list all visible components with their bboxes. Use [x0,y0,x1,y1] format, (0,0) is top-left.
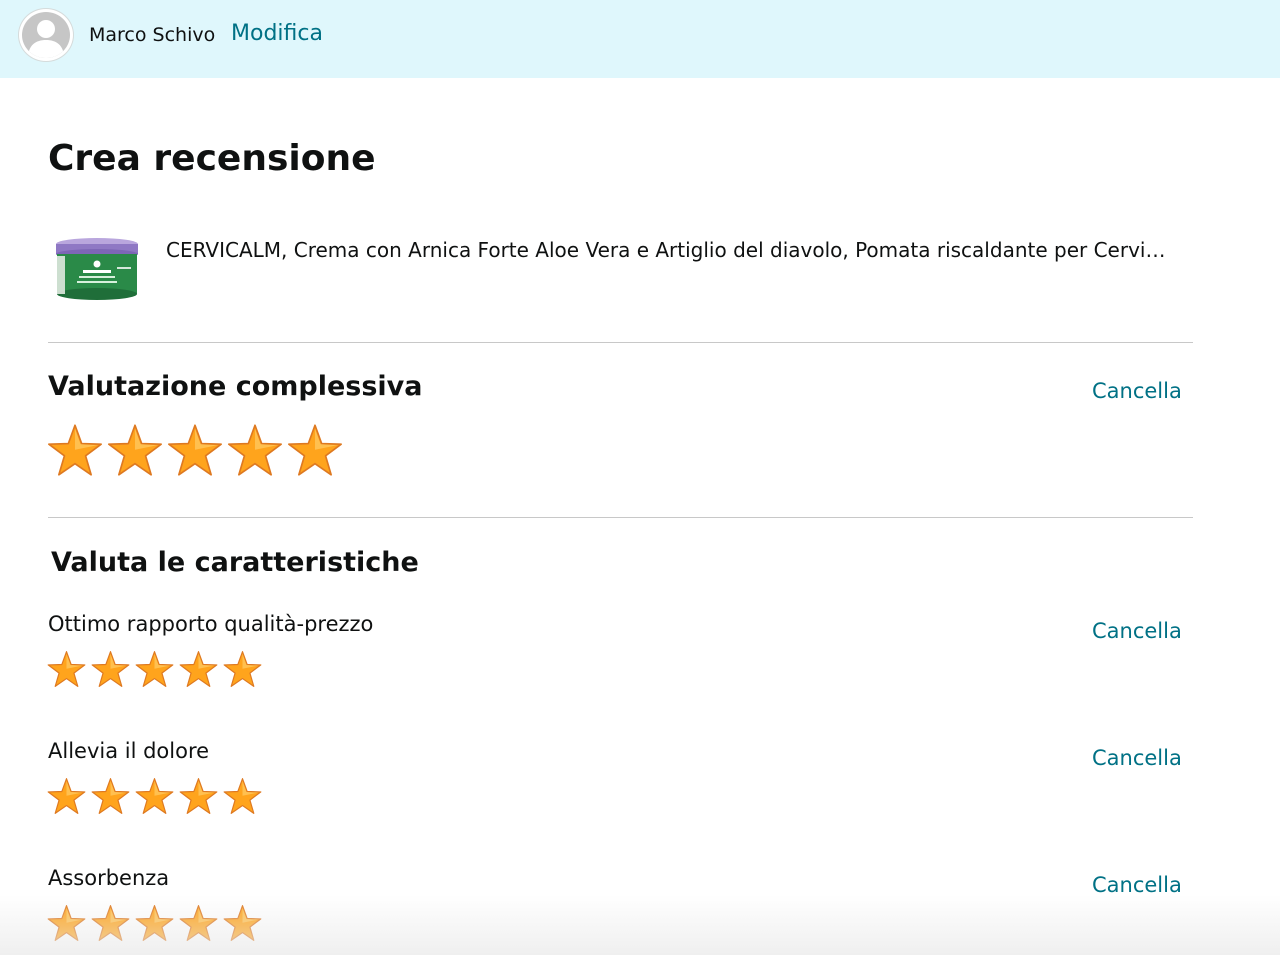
overall-rating-cancel-link[interactable]: Cancella [1092,377,1182,405]
overall-star-rating[interactable] [47,423,347,477]
star-icon[interactable] [179,904,218,942]
feature-absorbency-cancel-link[interactable]: Cancella [1092,871,1182,899]
star-icon[interactable] [91,904,130,942]
feature-value-for-money-cancel-link[interactable]: Cancella [1092,617,1182,645]
star-icon[interactable] [223,650,262,688]
star-icon[interactable] [47,777,86,815]
feature-label-value-for-money: Ottimo rapporto qualità-prezzo [48,612,374,636]
section-divider [48,517,1193,518]
star-icon[interactable] [179,777,218,815]
star-icon[interactable] [223,777,262,815]
product-title: CERVICALM, Crema con Arnica Forte Aloe V… [166,238,1176,262]
feature-pain-relief-star-rating[interactable] [47,777,267,815]
star-icon[interactable] [135,650,174,688]
feature-label-absorbency: Assorbenza [48,866,170,890]
user-name: Marco Schivo [89,24,216,46]
star-icon[interactable] [107,423,163,477]
feature-value-for-money-star-rating[interactable] [47,650,267,688]
feature-absorbency-star-rating[interactable] [47,904,267,942]
edit-profile-link[interactable]: Modifica [231,19,323,49]
overall-rating-title: Valutazione complessiva [48,371,423,402]
star-icon[interactable] [91,777,130,815]
section-divider [48,342,1193,343]
star-icon[interactable] [223,904,262,942]
star-icon[interactable] [135,904,174,942]
feature-label-pain-relief: Allevia il dolore [48,739,210,763]
avatar-icon[interactable] [19,9,73,61]
feature-ratings-title: Valuta le caratteristiche [51,547,419,578]
page-title: Crea recensione [48,138,376,179]
star-icon[interactable] [135,777,174,815]
star-icon[interactable] [47,423,103,477]
star-icon[interactable] [91,650,130,688]
star-icon[interactable] [167,423,223,477]
feature-pain-relief-cancel-link[interactable]: Cancella [1092,744,1182,772]
star-icon[interactable] [47,904,86,942]
product-image [53,234,143,304]
star-icon[interactable] [47,650,86,688]
star-icon[interactable] [287,423,343,477]
profile-header: Marco Schivo Modifica [0,0,1280,78]
jar-label [83,270,111,273]
star-icon[interactable] [227,423,283,477]
star-icon[interactable] [179,650,218,688]
